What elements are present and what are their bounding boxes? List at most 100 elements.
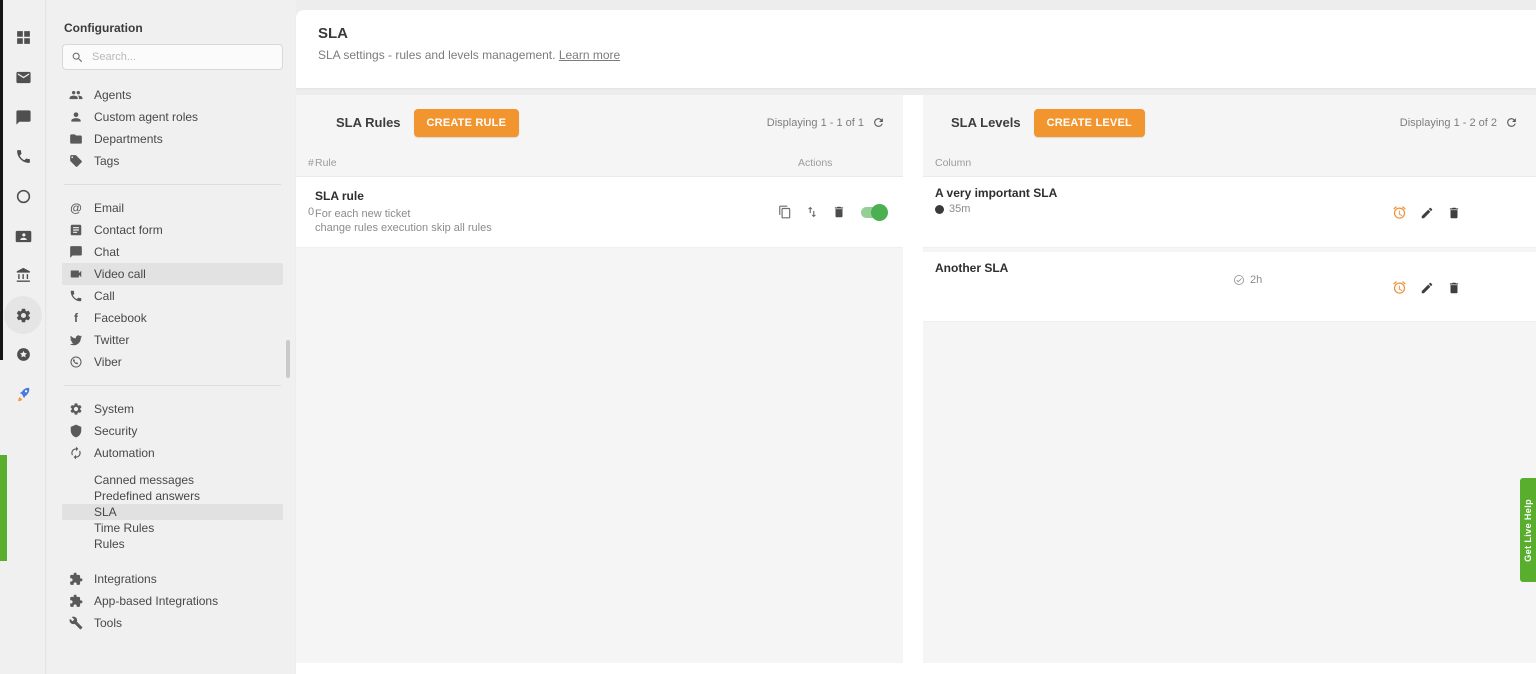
sidebar-item-contact-form[interactable]: Contact form [62,219,283,241]
sla-levels-title: SLA Levels [951,115,1021,130]
rail-dashboard-button[interactable] [0,19,46,55]
rule-number: 0 [296,206,315,218]
sidebar-item-label: Tools [94,616,122,630]
sidebar-item-tags[interactable]: Tags [62,150,283,172]
sidebar-item-label: Automation [94,446,155,460]
subtitle-text: SLA settings - rules and levels manageme… [318,48,555,62]
sidebar-search[interactable] [62,44,283,70]
sidebar-item-tools[interactable]: Tools [62,612,283,634]
sidebar-item-label: Integrations [94,572,157,586]
spacer [62,552,283,568]
agents-icon [69,88,83,102]
level-actions [1392,280,1461,295]
trash-icon[interactable] [832,205,846,219]
live-help-tab[interactable]: Get Live Help [1520,478,1536,582]
sidebar-item-twitter[interactable]: Twitter [62,329,283,351]
refresh-icon[interactable] [1505,116,1518,129]
rail-badge-button[interactable] [0,336,46,372]
twitter-icon [69,333,83,347]
sidebar-item-label: Tags [94,154,119,168]
level-row[interactable]: Another SLA 2h [923,252,1536,322]
rule-desc-line2: change rules execution skip all rules [315,221,778,235]
sidebar-item-label: Contact form [94,223,163,237]
search-input[interactable] [90,50,274,64]
sync-icon [69,446,83,460]
sidebar-item-label: Departments [94,132,163,146]
sidebar-item-automation[interactable]: Automation [62,442,283,464]
sidebar-subitem-label: Rules [94,537,125,551]
form-icon [69,223,83,237]
sidebar-scrollbar[interactable] [286,340,290,378]
rail-contacts-button[interactable] [0,218,46,254]
sidebar-item-facebook[interactable]: f Facebook [62,307,283,329]
rail-clock-button[interactable] [0,178,46,214]
page-subtitle: SLA settings - rules and levels manageme… [318,48,1536,62]
wrench-icon [69,616,83,630]
copy-icon[interactable] [778,205,792,219]
check-circle-icon [1233,274,1245,286]
rail-settings-button[interactable] [4,296,42,334]
trash-icon[interactable] [1447,206,1461,220]
create-rule-button[interactable]: CREATE RULE [414,109,520,137]
page-title: SLA [318,25,1536,42]
rule-row[interactable]: 0 SLA rule For each new ticket change ru… [296,177,903,248]
live-help-tab-left[interactable] [0,455,7,561]
reorder-arrows-icon[interactable] [805,205,819,219]
sidebar-item-viber[interactable]: Viber [62,351,283,373]
sidebar-subitem-canned-messages[interactable]: Canned messages [62,472,283,488]
rocket-icon [15,386,32,403]
rail-bank-button[interactable] [0,257,46,293]
trash-icon[interactable] [1447,281,1461,295]
alarm-icon[interactable] [1392,280,1407,295]
rule-enabled-toggle[interactable] [861,207,886,218]
video-call-icon [69,267,83,281]
refresh-icon[interactable] [872,116,885,129]
sidebar-item-agents[interactable]: Agents [62,84,283,106]
sidebar-item-app-based-integrations[interactable]: App-based Integrations [62,590,283,612]
create-level-button[interactable]: CREATE LEVEL [1034,109,1145,137]
left-edge-strip [0,0,3,360]
sidebar-item-departments[interactable]: Departments [62,128,283,150]
shield-icon [69,424,83,438]
sidebar-item-security[interactable]: Security [62,420,283,442]
sidebar-subitem-time-rules[interactable]: Time Rules [62,520,283,536]
sidebar-item-label: Custom agent roles [94,110,198,124]
edit-icon[interactable] [1420,206,1434,220]
rail-rocket-button[interactable] [0,376,46,412]
edit-icon[interactable] [1420,281,1434,295]
sidebar-item-video-call[interactable]: Video call [62,263,283,285]
level-name: Another SLA [935,261,1008,275]
level-row[interactable]: A very important SLA 35m [923,177,1536,248]
sidebar-item-system[interactable]: System [62,398,283,420]
sla-rules-title: SLA Rules [336,115,401,130]
levels-table-header: Column [923,150,1536,177]
spacer [62,464,283,472]
column-header-rule: Rule [315,157,798,169]
page-header: SLA SLA settings - rules and levels mana… [296,10,1536,88]
sidebar-item-email[interactable]: @ Email [62,197,283,219]
sidebar-item-call[interactable]: Call [62,285,283,307]
sidebar-subitem-sla[interactable]: SLA [62,504,283,520]
contacts-icon [15,228,32,245]
rules-pagination: Displaying 1 - 1 of 1 [767,116,885,129]
chat-icon [69,245,83,259]
sidebar-subitem-rules[interactable]: Rules [62,536,283,552]
rule-name: SLA rule [315,189,778,203]
rail-mail-button[interactable] [0,59,46,95]
configuration-sidebar: Configuration Agents Custom agent roles … [47,0,296,674]
sidebar-subitem-predefined-answers[interactable]: Predefined answers [62,488,283,504]
sla-levels-panel-header: SLA Levels CREATE LEVEL Displaying 1 - 2… [923,95,1536,150]
sidebar-item-custom-agent-roles[interactable]: Custom agent roles [62,106,283,128]
sidebar-divider [64,385,281,386]
sidebar-item-chat[interactable]: Chat [62,241,283,263]
facebook-icon: f [69,311,83,325]
alarm-icon[interactable] [1392,205,1407,220]
rail-chat-button[interactable] [0,99,46,135]
sla-levels-panel: SLA Levels CREATE LEVEL Displaying 1 - 2… [923,95,1536,663]
learn-more-link[interactable]: Learn more [559,48,620,62]
bank-icon [15,267,32,284]
rail-phone-button[interactable] [0,138,46,174]
chat-icon [15,109,32,126]
sidebar-title: Configuration [62,0,283,44]
sidebar-item-integrations[interactable]: Integrations [62,568,283,590]
